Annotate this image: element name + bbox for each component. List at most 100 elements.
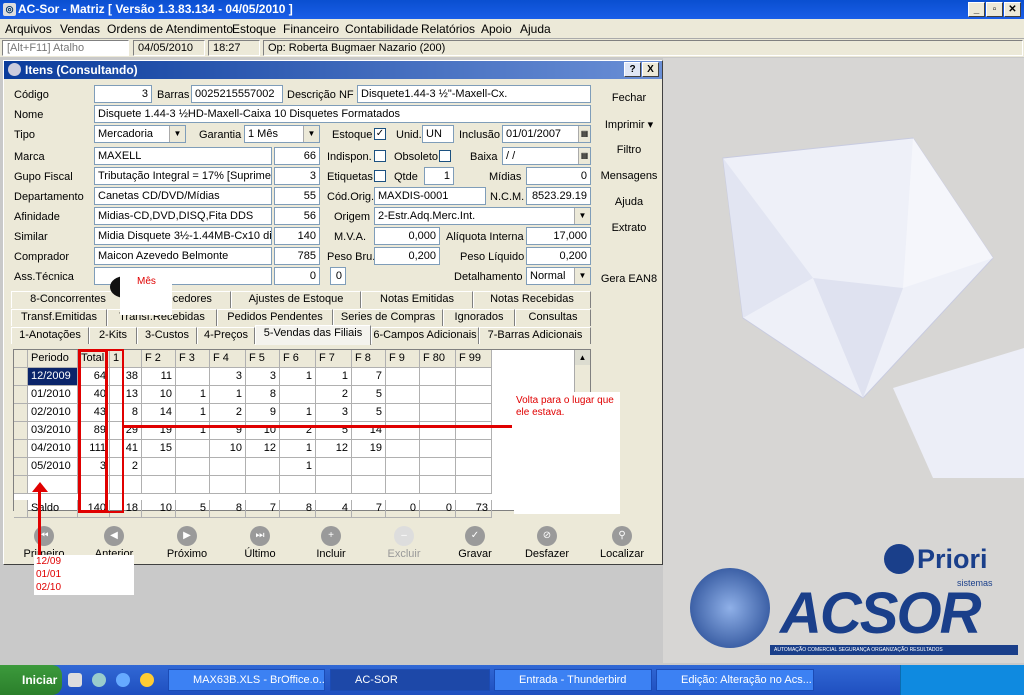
table-cell[interactable] bbox=[420, 386, 456, 404]
table-cell[interactable]: 3 bbox=[246, 368, 280, 386]
table-cell[interactable] bbox=[316, 458, 352, 476]
table-cell[interactable] bbox=[456, 458, 492, 476]
row-indicator[interactable] bbox=[14, 476, 28, 494]
midias-field[interactable]: 0 bbox=[526, 167, 591, 185]
table-cell[interactable]: 15 bbox=[142, 440, 176, 458]
quicklaunch-icon-3[interactable] bbox=[116, 673, 130, 687]
table-cell[interactable]: 10 bbox=[142, 500, 176, 518]
calendar-icon[interactable]: ▦ bbox=[578, 148, 590, 164]
table-cell[interactable] bbox=[176, 476, 210, 494]
tab-series-compras[interactable]: Series de Compras bbox=[333, 309, 443, 326]
menu-financeiro[interactable]: Financeiro bbox=[283, 22, 339, 36]
nome-field[interactable]: Disquete 1.44-3 ½HD-Maxell-Caixa 10 Disq… bbox=[94, 105, 591, 123]
task-edicao[interactable]: Edição: Alteração no Acs... bbox=[656, 669, 814, 691]
table-cell[interactable]: 8 bbox=[210, 500, 246, 518]
grid-header[interactable]: F 9 bbox=[386, 350, 420, 368]
similar-field[interactable]: Midia Disquete 3½-1.44MB-Cx10 dis bbox=[94, 227, 272, 245]
table-cell[interactable]: 7 bbox=[352, 368, 386, 386]
table-cell[interactable] bbox=[352, 476, 386, 494]
pesoliq-field[interactable]: 0,200 bbox=[526, 247, 591, 265]
table-cell[interactable] bbox=[280, 476, 316, 494]
table-cell[interactable] bbox=[176, 368, 210, 386]
table-cell[interactable]: 7 bbox=[246, 500, 280, 518]
depto-code-field[interactable]: 55 bbox=[274, 187, 320, 205]
tab-barras-adicionais[interactable]: 7-Barras Adicionais bbox=[479, 327, 591, 344]
row-indicator[interactable] bbox=[14, 404, 28, 422]
table-cell[interactable] bbox=[352, 458, 386, 476]
tab-notas-emitidas[interactable]: Notas Emitidas bbox=[361, 291, 473, 308]
row-indicator[interactable] bbox=[14, 386, 28, 404]
table-cell[interactable]: 10 bbox=[142, 386, 176, 404]
aliq-field[interactable]: 17,000 bbox=[526, 227, 591, 245]
minimize-button[interactable]: _ bbox=[968, 2, 985, 17]
table-cell[interactable] bbox=[456, 368, 492, 386]
mva-field[interactable]: 0,000 bbox=[374, 227, 440, 245]
table-cell[interactable]: 12 bbox=[316, 440, 352, 458]
quicklaunch-icon-2[interactable] bbox=[92, 673, 106, 687]
tab-consultas[interactable]: Consultas bbox=[515, 309, 591, 326]
table-cell[interactable] bbox=[246, 476, 280, 494]
table-cell[interactable]: 2 bbox=[210, 404, 246, 422]
afinidade-field[interactable]: Midias-CD,DVD,DISQ,Fita DDS bbox=[94, 207, 272, 225]
table-cell[interactable]: 1 bbox=[176, 404, 210, 422]
maximize-button[interactable]: ▫ bbox=[986, 2, 1003, 17]
menu-ordens[interactable]: Ordens de Atendimento bbox=[107, 22, 233, 36]
quicklaunch-icon-4[interactable] bbox=[140, 673, 154, 687]
task-acsor[interactable]: AC-SOR bbox=[330, 669, 490, 691]
comprador-code-field[interactable]: 785 bbox=[274, 247, 320, 265]
baixa-field[interactable]: / / ▦ bbox=[502, 147, 591, 165]
gera-ean8-button[interactable]: Gera EAN8 bbox=[594, 273, 664, 285]
table-cell[interactable] bbox=[456, 386, 492, 404]
table-cell[interactable] bbox=[386, 476, 420, 494]
tab-custos[interactable]: 3-Custos bbox=[137, 327, 197, 344]
table-cell[interactable]: 1 bbox=[316, 368, 352, 386]
marca-field[interactable]: MAXELL bbox=[94, 147, 272, 165]
table-cell[interactable] bbox=[176, 440, 210, 458]
grid-header[interactable]: F 8 bbox=[352, 350, 386, 368]
table-cell[interactable] bbox=[316, 476, 352, 494]
indispon-checkbox[interactable] bbox=[374, 150, 386, 162]
tab-ajustes-estoque[interactable]: Ajustes de Estoque bbox=[231, 291, 361, 308]
table-cell[interactable]: 1 bbox=[210, 386, 246, 404]
table-cell[interactable]: 4 bbox=[316, 500, 352, 518]
imprimir-button[interactable]: Imprimir ▾ bbox=[594, 118, 664, 131]
table-cell[interactable]: 14 bbox=[142, 404, 176, 422]
scroll-up-icon[interactable]: ▲ bbox=[575, 350, 590, 365]
obsoleto-checkbox[interactable] bbox=[439, 150, 451, 162]
table-cell[interactable] bbox=[246, 458, 280, 476]
menu-apoio[interactable]: Apoio bbox=[481, 22, 512, 36]
tab-precos[interactable]: 4-Preços bbox=[197, 327, 255, 344]
comprador-field[interactable]: Maicon Azevedo Belmonte bbox=[94, 247, 272, 265]
tab-campos-adicionais[interactable]: 6-Campos Adicionais bbox=[371, 327, 479, 344]
table-cell[interactable]: 73 bbox=[456, 500, 492, 518]
table-cell[interactable]: 5 bbox=[176, 500, 210, 518]
ajuda-button[interactable]: Ajuda bbox=[594, 196, 664, 208]
table-cell[interactable] bbox=[176, 458, 210, 476]
table-cell[interactable]: Saldo bbox=[28, 500, 78, 518]
gravar-button[interactable]: ✓ Gravar bbox=[445, 526, 505, 560]
table-cell[interactable] bbox=[420, 458, 456, 476]
row-indicator[interactable] bbox=[14, 422, 28, 440]
afinidade-code-field[interactable]: 56 bbox=[274, 207, 320, 225]
table-cell[interactable] bbox=[280, 386, 316, 404]
row-indicator[interactable] bbox=[14, 440, 28, 458]
table-cell[interactable] bbox=[210, 476, 246, 494]
table-cell[interactable]: 7 bbox=[352, 500, 386, 518]
table-cell[interactable]: 3 bbox=[210, 368, 246, 386]
localizar-button[interactable]: ⚲ Localizar bbox=[592, 526, 652, 560]
row-indicator[interactable] bbox=[14, 458, 28, 476]
menu-ajuda[interactable]: Ajuda bbox=[520, 22, 551, 36]
fechar-button[interactable]: Fechar bbox=[594, 92, 664, 104]
codorig-field[interactable]: MAXDIS-0001 bbox=[374, 187, 486, 205]
grupo-code-field[interactable]: 3 bbox=[274, 167, 320, 185]
table-cell[interactable] bbox=[386, 440, 420, 458]
tab-concorrentes[interactable]: 8-Concorrentes bbox=[11, 291, 125, 308]
codigo-field[interactable]: 3 bbox=[94, 85, 152, 103]
menu-vendas[interactable]: Vendas bbox=[60, 22, 100, 36]
table-cell[interactable] bbox=[420, 440, 456, 458]
grid-header[interactable]: F 4 bbox=[210, 350, 246, 368]
asstec-code-field[interactable]: 0 bbox=[274, 267, 320, 285]
table-cell[interactable] bbox=[142, 476, 176, 494]
etiquetas-checkbox[interactable] bbox=[374, 170, 386, 182]
tab-notas-recebidas[interactable]: Notas Recebidas bbox=[473, 291, 591, 308]
